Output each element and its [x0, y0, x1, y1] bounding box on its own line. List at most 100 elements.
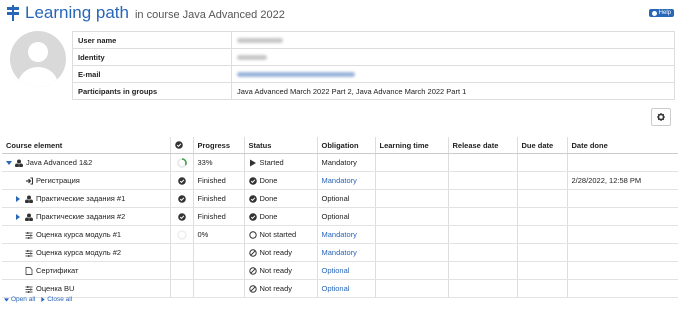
course-element-name: Практические задания #1: [36, 194, 126, 203]
column-header: Progress: [192, 137, 244, 154]
check-circle-icon: [248, 194, 257, 203]
tree-controls: Open all Close all: [4, 296, 72, 303]
course-element-cell: Сертификат: [2, 261, 170, 280]
obligation-cell: Mandatory: [316, 153, 375, 172]
completion-cell: [169, 189, 193, 208]
table-row: Регистрация Finished Done Mandatory 2/28/202…: [2, 171, 678, 190]
status-label: Done: [259, 194, 278, 203]
tree-toggle[interactable]: [6, 160, 12, 165]
obligation-link[interactable]: Optional: [322, 266, 350, 275]
sliders-icon: [25, 249, 33, 257]
info-row: E-mail: [72, 65, 675, 83]
redacted-value: [237, 71, 355, 77]
course-element-name: Регистрация: [36, 176, 80, 185]
course-element-cell: Оценка курса модуль #2: [2, 243, 170, 262]
progress-cell: Finished: [192, 207, 244, 226]
due-date-cell: [516, 171, 567, 190]
check-circle-icon: [177, 176, 186, 185]
status-label: Not ready: [259, 266, 293, 275]
info-value: [231, 65, 675, 83]
check-circle-icon: [177, 212, 186, 221]
obligation-link[interactable]: Mandatory: [322, 230, 357, 239]
due-date-cell: [516, 261, 567, 280]
column-header: Course element: [2, 137, 170, 154]
progress-cell: [192, 261, 244, 280]
date-done-cell: [566, 279, 678, 298]
structure-icon: [25, 213, 33, 221]
sign-in-icon: [26, 177, 33, 184]
check-circle-icon: [248, 176, 257, 185]
course-element-cell: Регистрация: [2, 171, 170, 190]
gear-icon: [657, 113, 665, 121]
info-key: Identity: [72, 48, 232, 66]
completion-cell: [169, 279, 193, 298]
info-row: Participants in groups Java Advanced Marc…: [72, 82, 675, 100]
completion-cell: [169, 225, 193, 244]
settings-button[interactable]: [651, 108, 671, 126]
table-row: Сертификат Not ready Optional: [2, 261, 678, 280]
obligation-link[interactable]: Mandatory: [322, 176, 357, 185]
course-element-cell: Оценка курса модуль #1: [2, 225, 170, 244]
empty-ring-icon: [176, 229, 187, 240]
table-header-row: Course element Progress Status Obligation Le…: [2, 137, 678, 154]
open-all-label: Open all: [11, 296, 36, 303]
status-cell: Done: [243, 171, 317, 190]
page-icon: [25, 266, 33, 275]
tree-toggle[interactable]: [16, 195, 22, 202]
course-element-name: Практические задания #2: [36, 212, 126, 221]
sliders-icon: [25, 285, 33, 293]
date-done-cell: [566, 189, 678, 208]
caret-right-icon: [16, 213, 20, 220]
obligation-cell[interactable]: Optional: [316, 261, 375, 280]
page-title: Learning path: [25, 3, 129, 22]
learning-time-cell: [374, 207, 448, 226]
learning-time-cell: [374, 171, 448, 190]
user-info-table: User name Identity E-mail Participants in g…: [72, 31, 675, 100]
obligation-cell[interactable]: Optional: [316, 279, 375, 298]
check-circle-icon: [177, 194, 186, 203]
progress-cell: Finished: [192, 189, 244, 208]
status-cell: Done: [243, 189, 317, 208]
course-element-name: Оценка BU: [36, 284, 75, 293]
release-date-cell: [447, 261, 517, 280]
release-date-cell: [447, 225, 517, 244]
ban-icon: [248, 248, 257, 257]
info-row: Identity: [72, 48, 675, 66]
tree-toggle[interactable]: [16, 213, 22, 220]
obligation-cell[interactable]: Mandatory: [316, 225, 375, 244]
learning-time-cell: [374, 261, 448, 280]
help-label: Help: [658, 10, 671, 16]
status-label: Not started: [259, 230, 297, 239]
release-date-cell: [447, 207, 517, 226]
signpost-icon: [7, 5, 19, 21]
structure-icon: [25, 195, 33, 203]
check-circle-icon: [174, 141, 183, 149]
progress-cell: 0%: [192, 225, 244, 244]
status-label: Not ready: [259, 284, 293, 293]
caret-right-icon: [41, 297, 45, 302]
release-date-cell: [447, 153, 517, 172]
caret-right-icon: [16, 195, 20, 202]
column-header: Obligation: [316, 137, 375, 154]
obligation-cell[interactable]: Mandatory: [316, 243, 375, 262]
progress-cell: [192, 279, 244, 298]
obligation-label: Optional: [321, 212, 350, 221]
date-done-cell: [566, 261, 678, 280]
obligation-link[interactable]: Optional: [322, 284, 350, 293]
status-label: Done: [259, 212, 278, 221]
info-key: Participants in groups: [72, 82, 232, 100]
open-all-link[interactable]: Open all: [4, 296, 35, 303]
sliders-icon: [25, 231, 33, 239]
obligation-cell[interactable]: Mandatory: [316, 171, 375, 190]
course-element-cell: Практические задания #2: [2, 207, 170, 226]
obligation-link[interactable]: Mandatory: [322, 248, 357, 257]
status-cell: Not ready: [243, 279, 317, 298]
learning-time-cell: [374, 279, 448, 298]
due-date-cell: [516, 225, 567, 244]
obligation-label: Optional: [321, 194, 350, 203]
date-done-cell: [566, 153, 678, 172]
close-all-link[interactable]: Close all: [41, 296, 72, 303]
help-button[interactable]: Help: [648, 9, 674, 17]
learning-time-cell: [374, 243, 448, 262]
structure-icon: [15, 159, 23, 167]
